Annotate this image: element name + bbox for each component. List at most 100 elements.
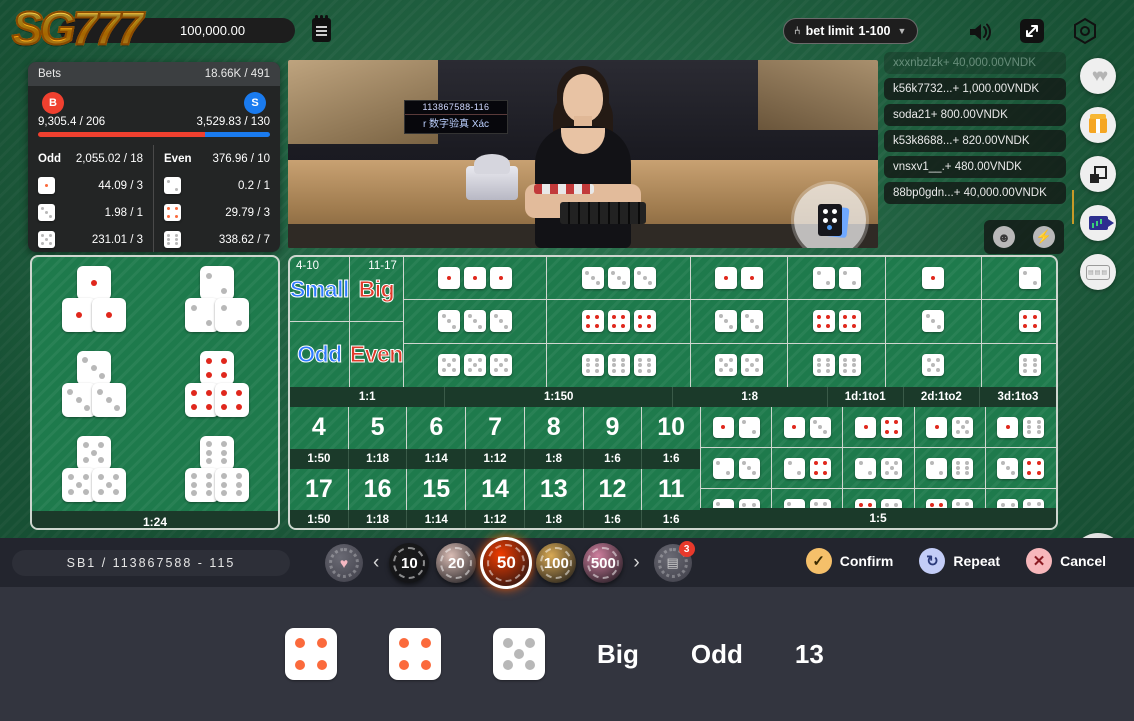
bet-pair-1-5[interactable]	[915, 407, 986, 447]
chip-50[interactable]: 50	[483, 540, 530, 586]
payout-label: 1d:1to1	[828, 387, 904, 407]
bet-dice-combo[interactable]	[982, 300, 1056, 342]
bet-pair-2-3[interactable]	[701, 448, 773, 488]
bet-total-10[interactable]: 10	[642, 407, 700, 449]
sound-button[interactable]	[966, 18, 994, 46]
bet-dice-combo[interactable]	[982, 257, 1056, 299]
bet-total-14[interactable]: 14	[466, 468, 525, 510]
repeat-button[interactable]: ↻ Repeat	[919, 548, 1000, 574]
die-face-6	[952, 457, 974, 479]
triple-bet-1[interactable]	[53, 266, 135, 333]
bet-total-12[interactable]: 12	[584, 468, 643, 510]
settings-button[interactable]	[1071, 17, 1099, 45]
bet-dice-combo[interactable]	[691, 257, 789, 300]
bet-pair-3-4[interactable]	[986, 448, 1056, 488]
bet-total-4[interactable]: 4	[290, 407, 349, 449]
bet-odd[interactable]: Odd	[290, 322, 350, 387]
bet-total-5[interactable]: 5	[349, 407, 408, 449]
bet-dice-combo[interactable]	[788, 343, 886, 387]
history-button[interactable]	[312, 15, 338, 44]
sidebar-item-multitable[interactable]	[1080, 156, 1116, 192]
bet-dice-combo[interactable]	[404, 300, 548, 343]
live-bet-feed[interactable]: xxxnbzlzk+ 40,000.00VNDK k56k7732...+ 1,0…	[884, 52, 1066, 212]
video-quality-icon	[1088, 216, 1114, 230]
payout-total-top-1:14: 1:14	[407, 448, 467, 469]
bet-dice-combo[interactable]	[982, 344, 1056, 387]
bet-pair-1-2[interactable]	[701, 407, 773, 447]
my-bet-count-badge: 3	[678, 541, 695, 557]
bet-small[interactable]: 4-10 Small	[290, 257, 350, 322]
bet-total-11[interactable]: 11	[642, 469, 700, 511]
sidebar-item-video-quality[interactable]	[1080, 205, 1116, 241]
bet-pair-1-6[interactable]	[986, 407, 1056, 447]
bet-dice-combo[interactable]	[404, 257, 548, 300]
chevron-right-icon[interactable]: ›	[629, 552, 643, 574]
bet-total-6[interactable]: 6	[407, 407, 467, 449]
feed-scrollbar[interactable]	[1072, 190, 1074, 224]
bet-dice-combo[interactable]	[547, 257, 691, 300]
triple-bet-3[interactable]	[53, 350, 135, 417]
bet-pair-2-4[interactable]	[772, 448, 844, 488]
bet-total-9[interactable]: 9	[584, 407, 643, 449]
bet-total-13[interactable]: 13	[525, 468, 584, 510]
big-range: 11-17	[368, 260, 397, 272]
die-face-1	[91, 298, 126, 333]
live-video-stream[interactable]: 113867588-116 r 数字验真 Xác	[288, 60, 878, 248]
any-triple-bet-panel[interactable]: 1:24	[30, 255, 280, 530]
die-face-6	[214, 467, 249, 502]
triple-bet-2[interactable]	[176, 266, 258, 333]
triple-bet-5[interactable]	[53, 435, 135, 502]
chip-20[interactable]: 20	[436, 543, 477, 583]
odd-dice-value: 44.09 / 3	[98, 179, 143, 192]
odd-label: Odd	[297, 341, 343, 368]
even-dice-row: 0.2 / 1	[164, 172, 270, 199]
bet-total-16[interactable]: 16	[349, 468, 408, 510]
bet-pair-2-6[interactable]	[915, 448, 986, 488]
bet-dice-combo[interactable]	[547, 343, 691, 387]
dice-shaker-icon[interactable]	[794, 184, 866, 248]
bet-dice-combo[interactable]	[788, 257, 886, 300]
emoji-smiley-icon[interactable]: ☻	[993, 226, 1015, 248]
bet-dice-combo[interactable]	[404, 343, 548, 387]
chip-100[interactable]: 100	[536, 543, 577, 583]
bet-dice-combo[interactable]	[691, 300, 789, 343]
chip-500[interactable]: 500	[583, 543, 624, 583]
chip-value: 50	[496, 553, 516, 572]
sidebar-item-road-map[interactable]: ▤▤▤	[1080, 254, 1116, 290]
bet-total-8[interactable]: 8	[525, 407, 584, 449]
dice-shaker-lid	[474, 154, 510, 174]
bet-limit-selector[interactable]: ⑃ bet limit 1-100 ▼	[783, 18, 918, 44]
bet-pair-1-3[interactable]	[772, 407, 844, 447]
chevron-left-icon[interactable]: ‹	[369, 552, 383, 574]
bet-dice-combo[interactable]	[886, 257, 982, 300]
bet-dice-combo[interactable]	[886, 300, 982, 343]
bet-pair-2-5[interactable]	[843, 448, 915, 488]
bet-even[interactable]: Even	[349, 322, 403, 387]
die-face-5	[922, 354, 945, 377]
even-value: 376.96 / 10	[212, 152, 270, 165]
bet-dice-combo[interactable]	[547, 300, 691, 343]
fullscreen-button[interactable]	[1018, 17, 1046, 45]
bet-dice-combo[interactable]	[691, 343, 789, 387]
bet-actions: ✓ Confirm ↻ Repeat ✕ Cancel	[805, 548, 1106, 574]
my-bet-chip-icon[interactable]: ▤ 3	[653, 541, 695, 582]
sidebar-item-favorite[interactable]: ♥♥	[1080, 58, 1116, 94]
special-chip-icon[interactable]: ♥	[325, 544, 363, 582]
sidebar-item-gift[interactable]	[1080, 107, 1116, 143]
bet-dice-combo[interactable]	[788, 300, 886, 343]
lightning-icon[interactable]: ⚡	[1033, 226, 1055, 248]
small-label: Small	[290, 275, 350, 302]
bet-pair-1-4[interactable]	[843, 407, 915, 447]
bet-total-17[interactable]: 17	[290, 468, 349, 510]
die-face-5	[438, 354, 461, 377]
bet-dice-combo[interactable]	[886, 343, 982, 387]
triple-bet-6[interactable]	[176, 435, 258, 502]
bet-big[interactable]: 11-17 Big	[349, 257, 403, 322]
bet-total-15[interactable]: 15	[407, 468, 467, 510]
cancel-button[interactable]: ✕ Cancel	[1026, 548, 1106, 574]
triple-bet-4[interactable]	[176, 350, 258, 417]
bet-total-7[interactable]: 7	[466, 407, 525, 449]
chip-10[interactable]: 10	[389, 543, 430, 583]
confirm-button[interactable]: ✓ Confirm	[805, 548, 893, 574]
chevron-down-icon: ▼	[897, 26, 907, 36]
